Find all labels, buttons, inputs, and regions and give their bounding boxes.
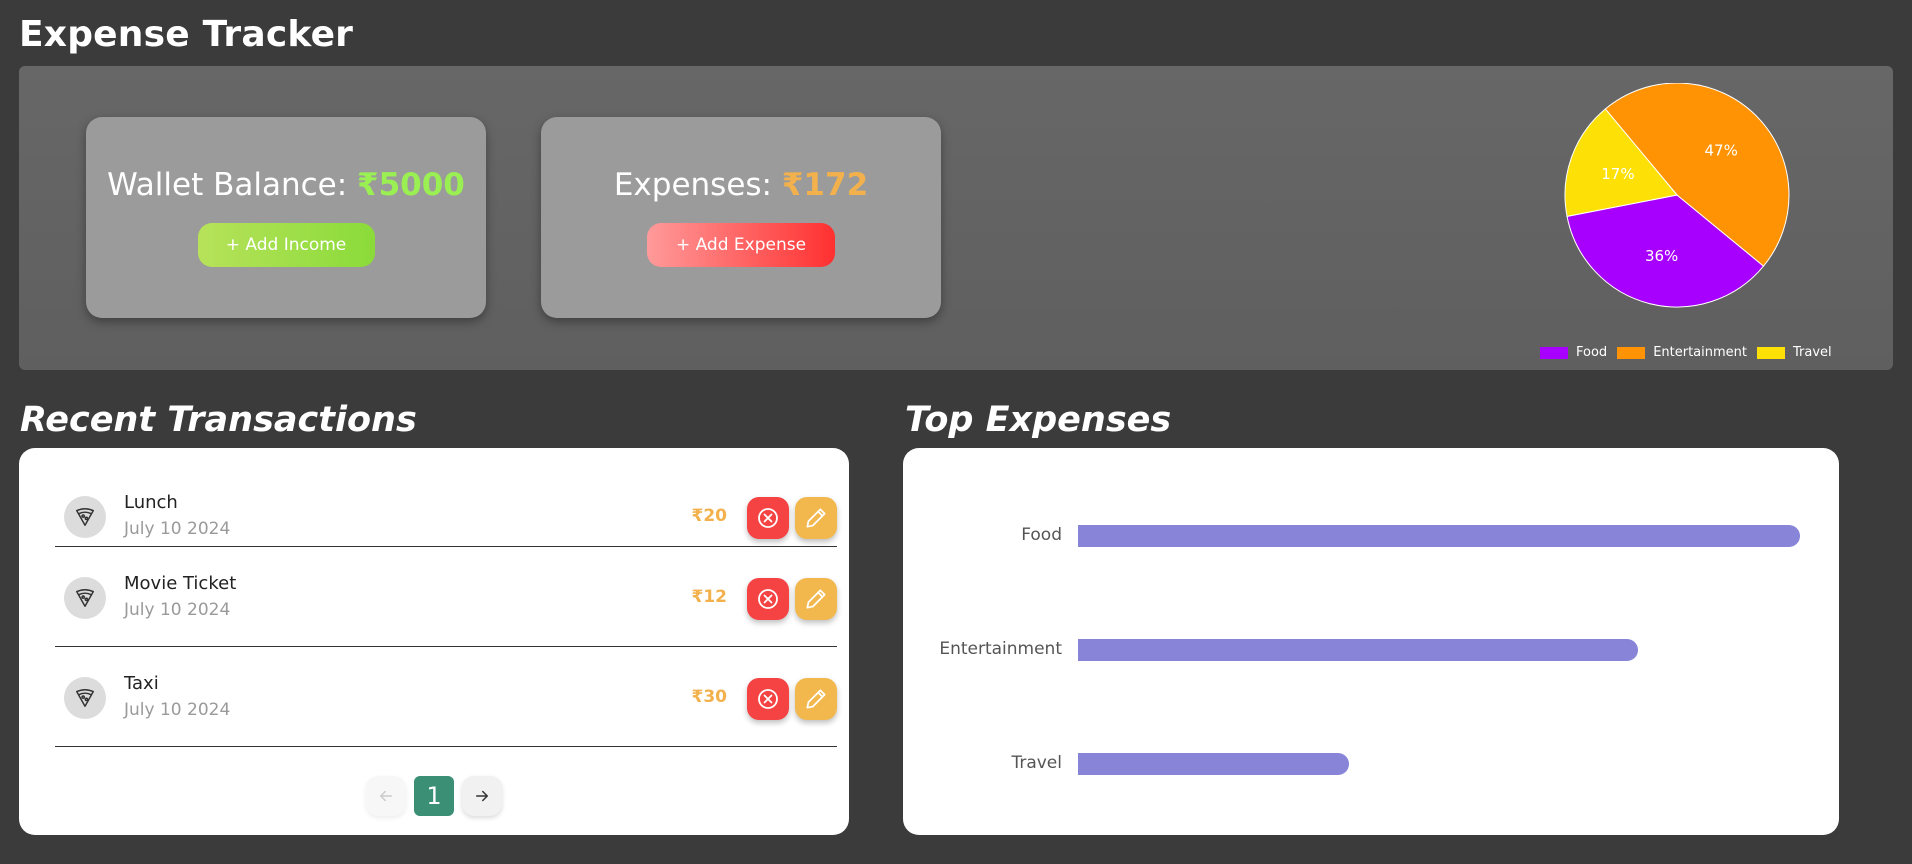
edit-button[interactable] (795, 678, 837, 720)
expenses-card: Expenses: ₹172 + Add Expense (541, 117, 941, 318)
pizza-icon (64, 577, 106, 619)
transaction-amount: ₹30 (691, 687, 728, 707)
transactions-panel: Lunch July 10 2024 ₹20 Movie Ticket July… (19, 448, 849, 835)
transaction-name: Movie Ticket (124, 573, 237, 594)
pie-legend: Food Entertainment Travel (1540, 345, 1842, 360)
expenses-amount: ₹172 (781, 167, 869, 203)
pie-svg: 36% 47% 17% (1564, 82, 1790, 308)
pencil-icon (806, 689, 826, 709)
wallet-heading: Wallet Balance: ₹5000 (86, 167, 486, 203)
pie-label-food: 36% (1645, 247, 1678, 265)
transaction-date: July 10 2024 (124, 519, 231, 539)
transaction-row: Movie Ticket July 10 2024 ₹12 (55, 548, 837, 647)
arrow-left-icon (380, 790, 392, 802)
legend-item-entertainment: Entertainment (1617, 345, 1747, 360)
pencil-icon (806, 508, 826, 528)
top-expenses-panel: Food Entertainment Travel (903, 448, 1839, 835)
transaction-name: Taxi (124, 673, 159, 694)
bar-entertainment (1078, 639, 1638, 661)
legend-item-food: Food (1540, 345, 1607, 360)
legend-swatch-food (1540, 346, 1568, 359)
wallet-label: Wallet Balance: (107, 167, 358, 203)
summary-panel: Wallet Balance: ₹5000 + Add Income Expen… (19, 66, 1893, 370)
legend-swatch-travel (1757, 346, 1785, 359)
legend-item-travel: Travel (1757, 345, 1832, 360)
transaction-name: Lunch (124, 492, 178, 513)
edit-button[interactable] (795, 497, 837, 539)
next-page-button[interactable] (462, 776, 502, 816)
page-title: Expense Tracker (19, 14, 354, 55)
close-circle-icon (758, 508, 778, 528)
delete-button[interactable] (747, 678, 789, 720)
expenses-label: Expenses: (613, 167, 782, 203)
transaction-amount: ₹12 (691, 587, 728, 607)
bar-label-entertainment: Entertainment (939, 639, 1062, 659)
pencil-icon (806, 589, 826, 609)
pie-label-travel: 17% (1601, 165, 1634, 183)
transaction-amount: ₹20 (691, 506, 728, 526)
bar-label-travel: Travel (1011, 753, 1062, 773)
close-circle-icon (758, 589, 778, 609)
recent-transactions-title: Recent Transactions (20, 400, 417, 440)
transaction-row: Taxi July 10 2024 ₹30 (55, 648, 837, 747)
legend-label-travel: Travel (1793, 345, 1832, 360)
add-income-button[interactable]: + Add Income (197, 223, 375, 267)
legend-label-food: Food (1576, 345, 1608, 360)
edit-button[interactable] (795, 578, 837, 620)
arrow-right-icon (476, 790, 488, 802)
bar-travel (1078, 753, 1349, 775)
expense-pie-chart: 36% 47% 17% (1536, 82, 1836, 365)
delete-button[interactable] (747, 497, 789, 539)
pizza-icon (64, 677, 106, 719)
transaction-date: July 10 2024 (124, 700, 231, 720)
pagination: 1 (366, 776, 510, 816)
wallet-card: Wallet Balance: ₹5000 + Add Income (86, 117, 486, 318)
pizza-icon (64, 496, 106, 538)
legend-label-entertainment: Entertainment (1653, 345, 1747, 360)
delete-button[interactable] (747, 578, 789, 620)
close-circle-icon (758, 689, 778, 709)
top-expenses-title: Top Expenses (905, 400, 1172, 440)
add-expense-button[interactable]: + Add Expense (647, 223, 835, 267)
wallet-amount: ₹5000 (357, 167, 465, 203)
legend-swatch-entertainment (1617, 346, 1646, 359)
pie-label-entertainment: 47% (1705, 141, 1738, 159)
bar-food (1078, 525, 1800, 547)
prev-page-button[interactable] (366, 776, 406, 816)
current-page[interactable]: 1 (414, 776, 454, 816)
transaction-row: Lunch July 10 2024 ₹20 (55, 448, 837, 547)
expenses-heading: Expenses: ₹172 (541, 167, 941, 203)
transaction-date: July 10 2024 (124, 600, 231, 620)
bar-label-food: Food (1021, 525, 1062, 545)
